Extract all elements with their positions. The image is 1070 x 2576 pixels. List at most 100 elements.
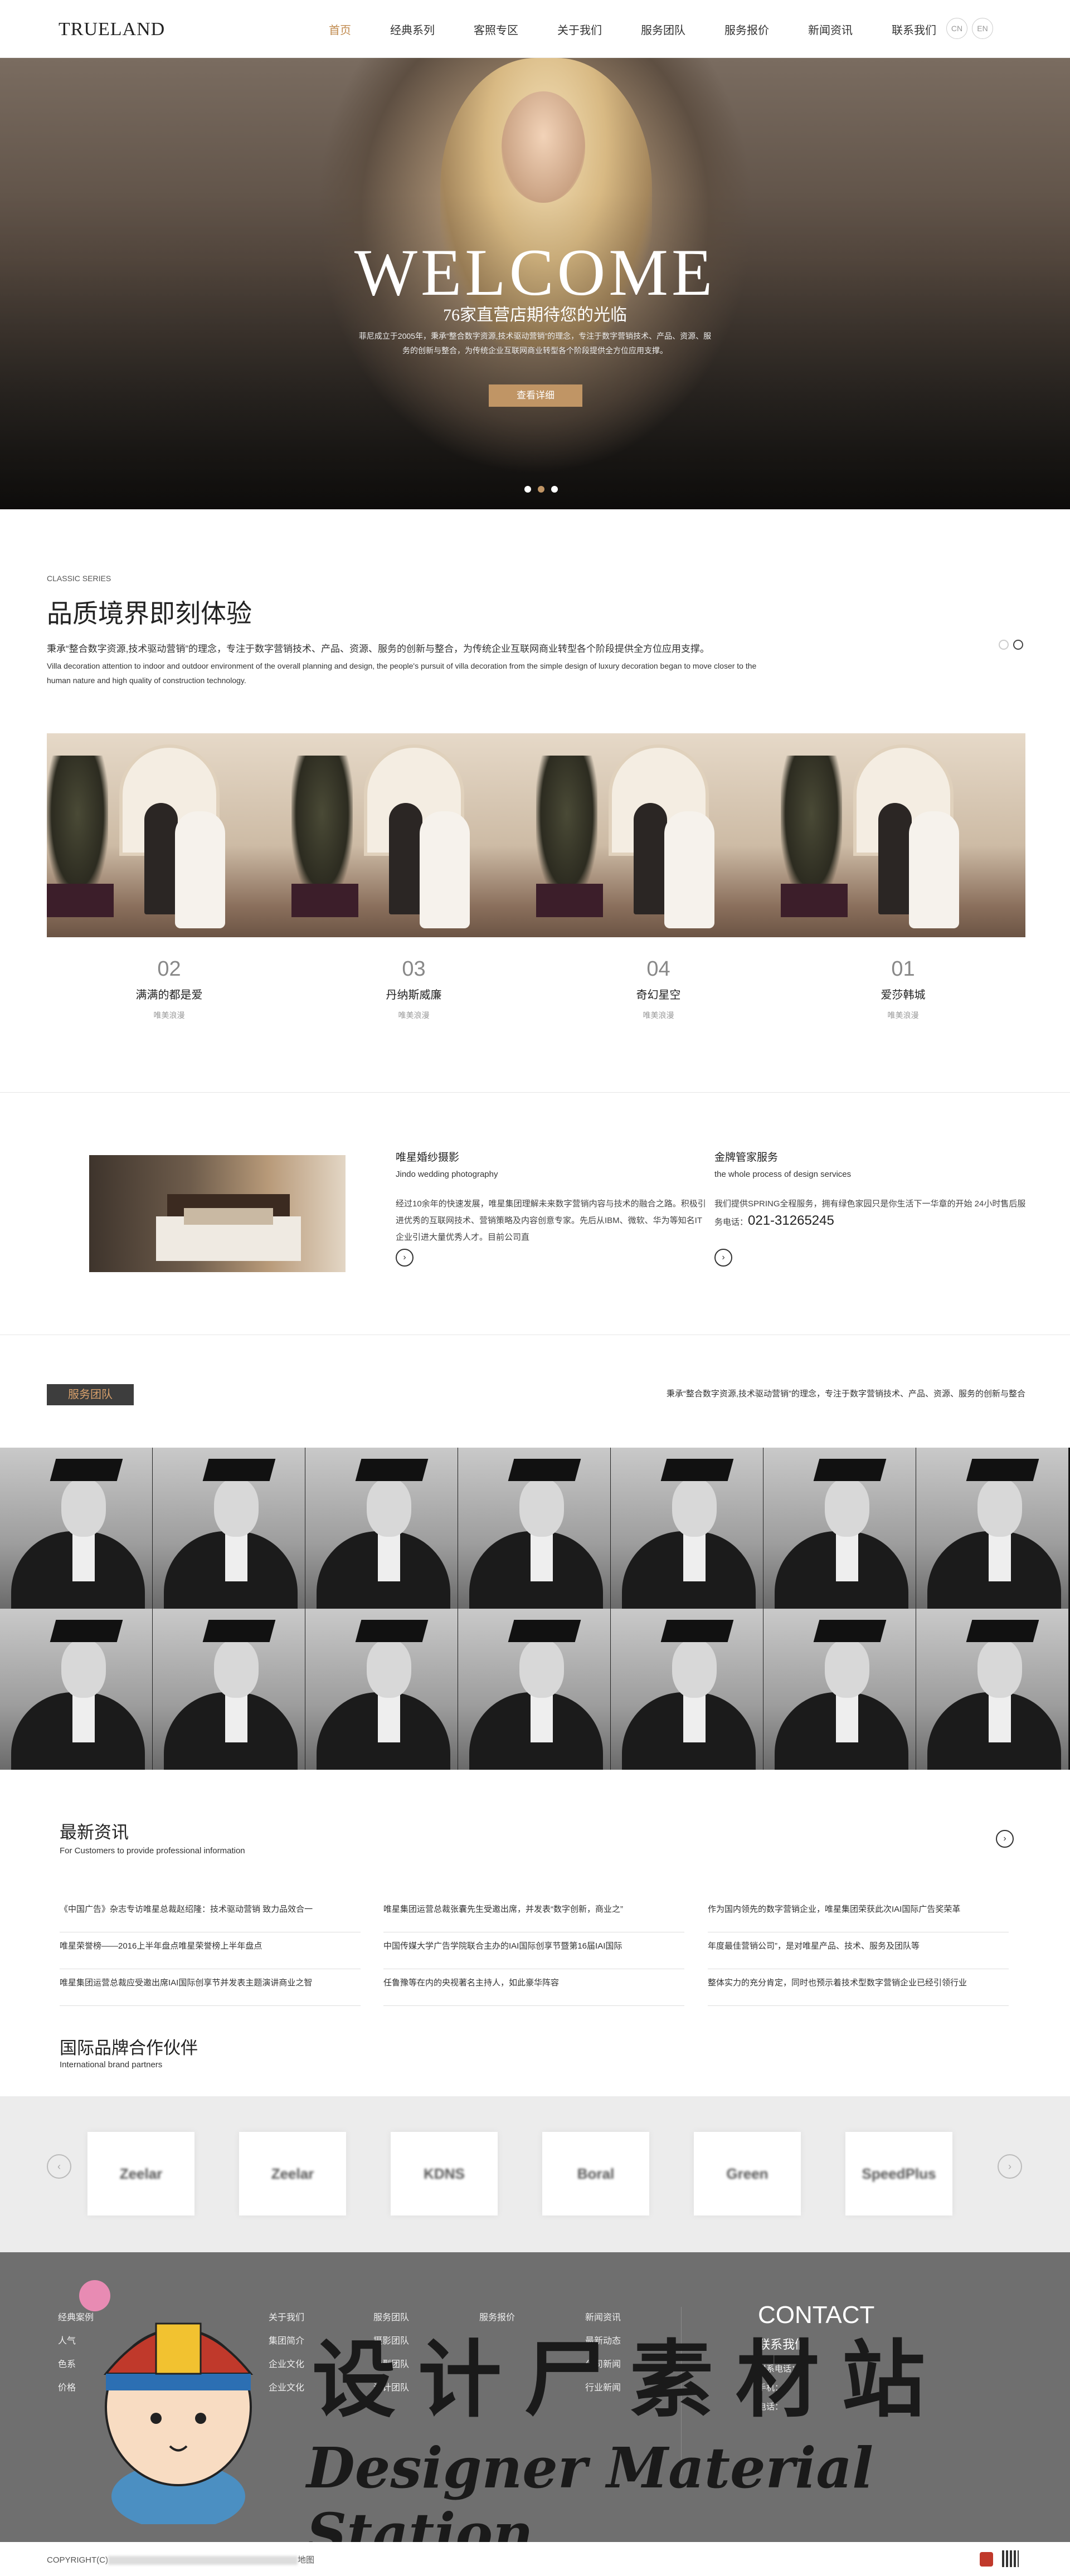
card-number: 03	[402, 957, 426, 981]
card-name: 奇幻星空	[636, 989, 681, 1001]
partner-logo[interactable]: SpeedPlus	[845, 2132, 952, 2215]
team-member-photo[interactable]	[458, 1609, 611, 1770]
hero-detail-button[interactable]: 查看详细	[489, 384, 582, 407]
team-member-photo[interactable]	[153, 1609, 305, 1770]
service-wedding: 唯星婚纱摄影 Jindo wedding photography 经过10余年的…	[396, 1149, 708, 1246]
team-tag: 服务团队	[47, 1384, 134, 1405]
classic-title: 品质境界即刻体验	[47, 599, 252, 628]
news-column: 唯星集团运营总裁张囊先生受邀出席，并发表“数字创新，商业之” 中国传媒大学广告学…	[383, 1896, 684, 2006]
news-item[interactable]: 唯星荣誉榜——2016上半年盘点唯星荣誉榜上半年盘点	[60, 1932, 361, 1969]
card-name: 满满的都是爱	[135, 989, 203, 1001]
card-number: 02	[157, 957, 181, 981]
news-item[interactable]: 中国传媒大学广告学院联合主办的IAI国际创享节暨第16届IAI国际	[383, 1932, 684, 1969]
news-item[interactable]: 作为国内领先的数字营销企业，唯星集团荣获此次IAI国际广告奖荣革	[708, 1896, 1009, 1932]
partner-logo[interactable]: Zeelar	[87, 2132, 194, 2215]
hero-description: 菲尼成立于2005年，秉承“整合数字资源,技术驱动营销”的理念，专注于数字营销技…	[358, 332, 712, 355]
partner-logo[interactable]: Zeelar	[239, 2132, 346, 2215]
arrow-right-icon[interactable]: ›	[396, 1249, 414, 1267]
partner-logo[interactable]: KDNS	[391, 2132, 498, 2215]
nav-gallery[interactable]: 客照专区	[474, 21, 518, 37]
partners-prev-icon[interactable]: ‹	[47, 2154, 71, 2179]
nav-pricing[interactable]: 服务报价	[724, 21, 769, 37]
nav-team[interactable]: 服务团队	[641, 21, 685, 37]
news-subtitle: For Customers to provide professional in…	[60, 1846, 245, 1856]
card-tag: 唯美浪漫	[643, 1011, 674, 1020]
classic-label: CLASSIC SERIES	[47, 574, 111, 583]
carousel-dot-2[interactable]	[538, 486, 544, 493]
team-member-photo[interactable]	[916, 1448, 1069, 1609]
news-item[interactable]: 《中国广告》杂志专访唯星总裁赵绍隆：技术驱动营销 致力品效合一	[60, 1896, 361, 1932]
classic-card-caption[interactable]: 04 奇幻星空唯美浪漫	[536, 957, 781, 1021]
team-member-photo[interactable]	[763, 1609, 916, 1770]
team-member-photo[interactable]	[763, 1448, 916, 1609]
classic-card-caption[interactable]: 02 满满的都是爱 唯美浪漫	[47, 957, 291, 1021]
news-column: 《中国广告》杂志专访唯星总裁赵绍隆：技术驱动营销 致力品效合一 唯星荣誉榜——2…	[60, 1896, 361, 2006]
slider-switch-1[interactable]	[999, 640, 1009, 650]
service-title: 金牌管家服务	[714, 1152, 779, 1163]
nav-classic[interactable]: 经典系列	[390, 21, 435, 37]
watermark-mascot-icon	[79, 2280, 254, 2524]
service-butler: 金牌管家服务 the whole process of design servi…	[714, 1149, 1027, 1246]
partners-next-icon[interactable]: ›	[998, 2154, 1022, 2179]
nav-news[interactable]: 新闻资讯	[808, 21, 853, 37]
classic-card-caption[interactable]: 01 爱莎韩城 唯美浪漫	[781, 957, 1025, 1021]
partner-logo-text: KDNS	[424, 2165, 465, 2182]
team-member-photo[interactable]	[458, 1448, 611, 1609]
partner-logo-text: Boral	[577, 2165, 615, 2182]
news-more-arrow-icon[interactable]: ›	[996, 1830, 1014, 1848]
hero-title: WELCOME	[354, 235, 716, 309]
service-desc: 经过10余年的快速发展，唯星集团理解未来数字营销内容与技术的融合之路。积极引进优…	[396, 1199, 706, 1242]
card-name: 丹纳斯威廉	[386, 989, 442, 1001]
nav-about[interactable]: 关于我们	[557, 21, 602, 37]
arrow-right-icon[interactable]: ›	[714, 1249, 732, 1267]
service-subtitle: Jindo wedding photography	[396, 1170, 498, 1179]
qrcode-icon[interactable]	[1002, 2550, 1019, 2567]
news-item[interactable]: 任鲁豫等在内的央视著名主持人，如此豪华阵容	[383, 1969, 684, 2006]
news-item[interactable]: 年度最佳营销公司”，是对唯星产品、技术、服务及团队等	[708, 1932, 1009, 1969]
nav-home[interactable]: 首页	[329, 21, 351, 37]
site-logo[interactable]: TRUELAND	[59, 19, 165, 40]
lang-cn-button[interactable]: CN	[946, 18, 967, 39]
news-item[interactable]: 唯星集团运营总裁张囊先生受邀出席，并发表“数字创新，商业之”	[383, 1896, 684, 1932]
classic-card-image[interactable]	[536, 733, 781, 937]
partners-title: 国际品牌合作伙伴	[60, 2038, 198, 2058]
team-member-photo[interactable]	[611, 1448, 763, 1609]
lang-en-button[interactable]: EN	[972, 18, 993, 39]
carousel-dot-1[interactable]	[524, 486, 531, 493]
service-title: 唯星婚纱摄影	[396, 1152, 460, 1163]
copyright-blurred	[108, 2556, 298, 2565]
divider	[0, 1092, 1070, 1093]
team-member-photo[interactable]	[0, 1609, 153, 1770]
team-member-photo[interactable]	[611, 1609, 763, 1770]
partner-logo-text: Zeelar	[119, 2165, 163, 2182]
card-tag: 唯美浪漫	[153, 1011, 185, 1020]
classic-card-caption[interactable]: 03 丹纳斯威廉 唯美浪漫	[291, 957, 536, 1021]
shield-icon[interactable]	[980, 2552, 993, 2567]
partner-logo[interactable]: Green	[694, 2132, 801, 2215]
team-member-photo[interactable]	[153, 1448, 305, 1609]
service-room-image	[89, 1155, 346, 1272]
classic-card-image[interactable]	[47, 733, 291, 937]
partner-logo[interactable]: Boral	[542, 2132, 649, 2215]
team-member-photo[interactable]	[0, 1448, 153, 1609]
team-member-photo[interactable]	[305, 1448, 458, 1609]
map-link[interactable]: 地图	[298, 2555, 314, 2565]
team-member-photo[interactable]	[916, 1609, 1069, 1770]
classic-desc-cn: 秉承“整合数字资源,技术驱动营销”的理念，专注于数字营销技术、产品、资源、服务的…	[47, 644, 710, 654]
service-desc: 我们提供SPRING全程服务，拥有绿色家园只是你生活下一华章的开始 24小时售后…	[714, 1196, 1027, 1246]
main-nav: 首页 经典系列 客照专区 关于我们 服务团队 服务报价 新闻资讯 联系我们	[329, 0, 975, 58]
partner-logo-text: SpeedPlus	[862, 2165, 936, 2182]
team-desc: 秉承“整合数字资源,技术驱动营销”的理念，专注于数字营销技术、产品、资源、服务的…	[666, 1389, 1025, 1399]
classic-card-image[interactable]	[291, 733, 536, 937]
news-item[interactable]: 唯星集团运营总裁应受邀出席IAI国际创享节并发表主题演讲商业之智	[60, 1969, 361, 2006]
partner-logo-text: Zeelar	[271, 2165, 314, 2182]
team-member-photo[interactable]	[305, 1609, 458, 1770]
nav-contact[interactable]: 联系我们	[892, 21, 936, 37]
news-title: 最新资讯	[60, 1823, 129, 1842]
carousel-dot-3[interactable]	[551, 486, 558, 493]
card-tag: 唯美浪漫	[887, 1011, 919, 1020]
card-number: 04	[646, 957, 670, 981]
slider-switch-2[interactable]	[1013, 640, 1023, 650]
news-item[interactable]: 整体实力的充分肯定，同时也预示着技术型数字营销企业已经引领行业	[708, 1969, 1009, 2006]
classic-card-image[interactable]	[781, 733, 1025, 937]
